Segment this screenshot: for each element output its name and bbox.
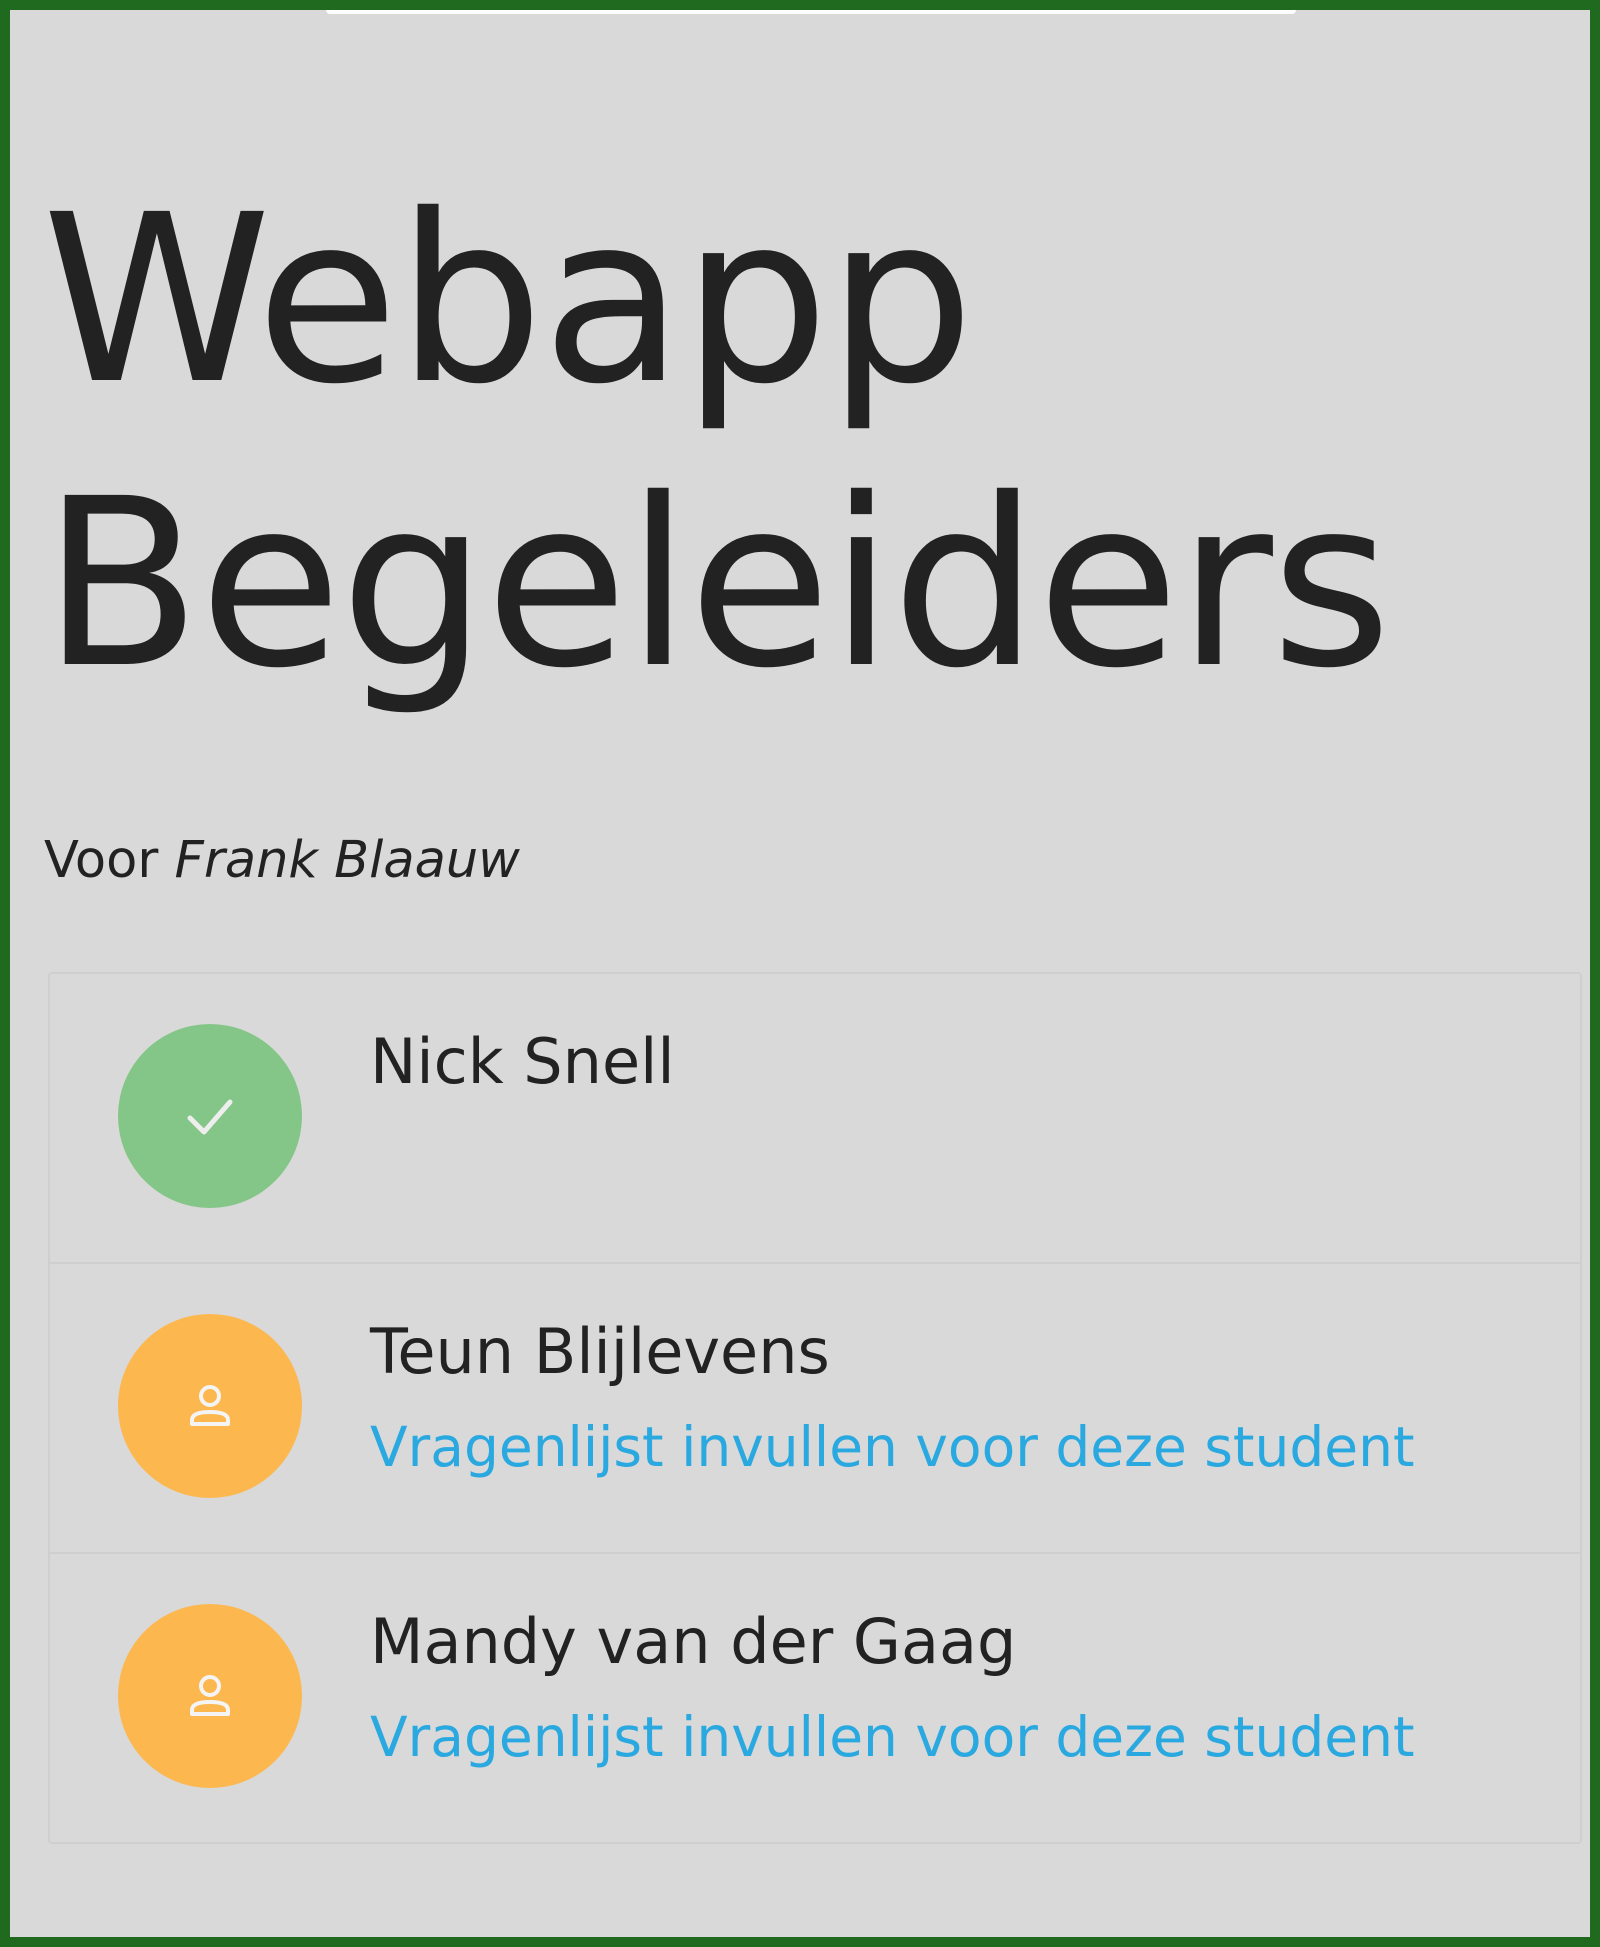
fill-questionnaire-link[interactable]: Vragenlijst invullen voor deze student bbox=[370, 1702, 1415, 1772]
status-avatar-pending bbox=[118, 1604, 302, 1788]
student-row: Mandy van der Gaag Vragenlijst invullen … bbox=[50, 1552, 1580, 1842]
subtitle-prefix: Voor bbox=[44, 831, 159, 890]
subtitle: Voor Frank Blaauw bbox=[44, 828, 520, 894]
page-title: Webapp Begeleiders bbox=[42, 158, 1392, 726]
student-row: Nick Snell bbox=[50, 974, 1580, 1262]
student-name: Nick Snell bbox=[370, 1025, 675, 1098]
student-list: Nick Snell Teun Blijlevens Vragenlijst i… bbox=[48, 972, 1582, 1844]
page-title-line-2: Begeleiders bbox=[42, 449, 1392, 719]
student-name: Mandy van der Gaag bbox=[370, 1605, 1017, 1678]
fill-questionnaire-link[interactable]: Vragenlijst invullen voor deze student bbox=[370, 1412, 1415, 1482]
student-name: Teun Blijlevens bbox=[370, 1315, 830, 1388]
person-icon bbox=[190, 1385, 230, 1426]
person-icon bbox=[190, 1675, 230, 1716]
page-title-line-1: Webapp bbox=[42, 165, 974, 435]
top-tab-indicator bbox=[326, 10, 1296, 14]
status-avatar-pending bbox=[118, 1314, 302, 1498]
student-row: Teun Blijlevens Vragenlijst invullen voo… bbox=[50, 1262, 1580, 1552]
app-frame: Webapp Begeleiders Voor Frank Blaauw Nic… bbox=[0, 0, 1600, 1947]
supervisor-name: Frank Blaauw bbox=[174, 831, 520, 890]
status-avatar-done bbox=[118, 1024, 302, 1208]
check-icon bbox=[187, 1099, 233, 1135]
